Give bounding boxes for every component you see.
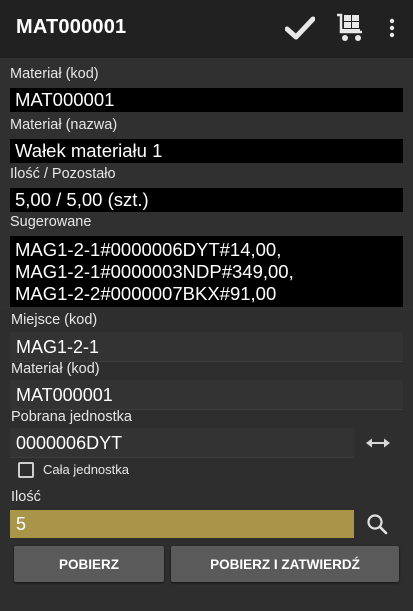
- suggested-label: Sugerowane: [10, 214, 92, 230]
- material-code2-field[interactable]: MAT000001: [10, 380, 403, 410]
- unit-label: Pobrana jednostka: [11, 409, 132, 425]
- whole-unit-label: Cała jednostka: [43, 462, 129, 477]
- confirm-button[interactable]: [280, 8, 320, 48]
- quantity-label: Ilość: [11, 489, 41, 505]
- suggested-line: MAG1-2-1#0000006DYT#14,00,: [15, 239, 282, 260]
- take-button[interactable]: POBIERZ: [14, 546, 164, 582]
- quantity-remaining-value: 5,00 / 5,00 (szt.): [10, 188, 403, 212]
- whole-unit-checkbox[interactable]: [18, 462, 34, 478]
- material-name-label: Materiał (nazwa): [10, 117, 118, 133]
- app-bar: MAT000001: [0, 0, 413, 58]
- material-name-value: Wałek materiału 1: [10, 139, 403, 163]
- suggested-line: MAG1-2-2#0000007BKX#91,00: [15, 283, 277, 304]
- unit-field[interactable]: 0000006DYT: [10, 428, 354, 458]
- quantity-input[interactable]: 5: [10, 510, 354, 538]
- swap-unit-button[interactable]: [362, 430, 394, 456]
- suggested-list: MAG1-2-1#0000006DYT#14,00, MAG1-2-1#0000…: [10, 236, 403, 307]
- search-button[interactable]: [362, 509, 392, 539]
- quantity-remaining-label: Ilość / Pozostało: [10, 166, 116, 182]
- location-field[interactable]: MAG1-2-1: [10, 332, 403, 362]
- check-icon: [285, 16, 315, 40]
- material-code-label: Materiał (kod): [10, 66, 99, 82]
- more-vert-icon: [389, 18, 395, 38]
- cart-icon: [337, 13, 362, 41]
- location-label: Miejsce (kod): [11, 312, 98, 328]
- overflow-menu-button[interactable]: [378, 8, 406, 48]
- pallet-cart-button[interactable]: [330, 8, 370, 48]
- material-code2-label: Materiał (kod): [11, 361, 100, 377]
- suggested-line: MAG1-2-1#0000003NDP#349,00,: [15, 261, 294, 282]
- app-title: MAT000001: [16, 16, 127, 38]
- search-icon: [367, 514, 388, 535]
- material-code-value: MAT000001: [10, 88, 403, 112]
- swap-arrows-icon: [366, 438, 390, 448]
- take-confirm-button[interactable]: POBIERZ I ZATWIERDŹ: [171, 546, 399, 582]
